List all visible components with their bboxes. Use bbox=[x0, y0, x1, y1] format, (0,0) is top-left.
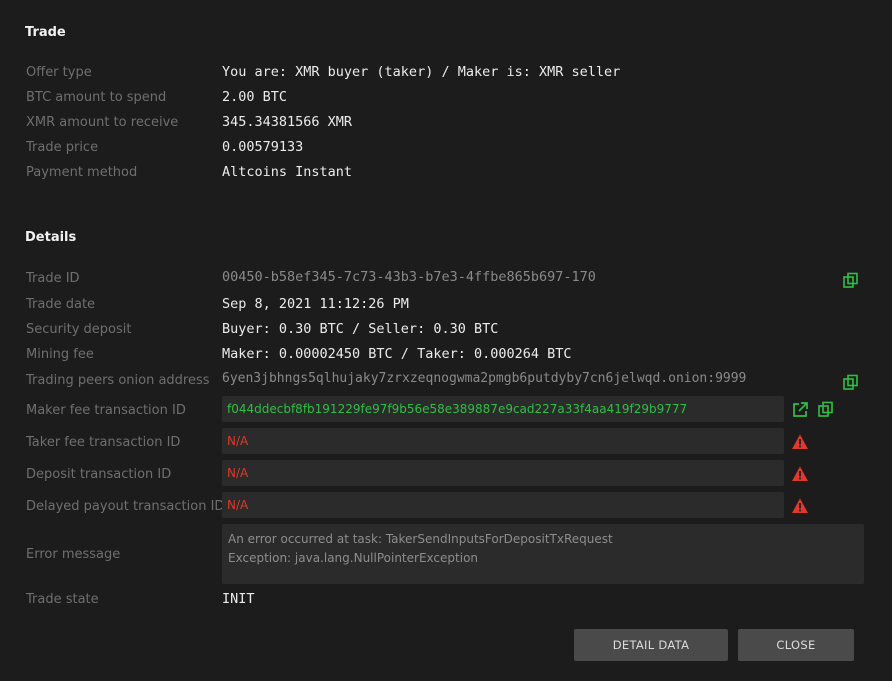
delayed-payout-tx-label: Delayed payout transaction ID bbox=[26, 499, 225, 514]
xmr-amount-value: 345.34381566 XMR bbox=[222, 114, 353, 130]
peers-onion-label: Trading peers onion address bbox=[26, 373, 210, 388]
deposit-tx-field[interactable]: N/A bbox=[222, 460, 784, 486]
trade-state-value: INIT bbox=[222, 591, 255, 607]
error-message-line: An error occurred at task: TakerSendInpu… bbox=[228, 532, 613, 546]
trade-price-value: 0.00579133 bbox=[222, 139, 304, 155]
offer-type-value: You are: XMR buyer (taker) / Maker is: X… bbox=[222, 64, 621, 80]
trade-id-value: 00450-b58ef345-7c73-43b3-b7e3-4ffbe865b6… bbox=[222, 269, 596, 285]
trade-id-label: Trade ID bbox=[26, 271, 80, 286]
error-message-line: Exception: java.lang.NullPointerExceptio… bbox=[228, 551, 479, 565]
details-section-title: Details bbox=[25, 230, 77, 245]
deposit-tx-label: Deposit transaction ID bbox=[26, 467, 172, 482]
taker-fee-tx-field[interactable]: N/A bbox=[222, 428, 784, 454]
detail-data-button[interactable]: DETAIL DATA bbox=[574, 629, 728, 661]
taker-fee-tx-label: Taker fee transaction ID bbox=[26, 435, 181, 450]
mining-fee-value: Maker: 0.00002450 BTC / Taker: 0.000264 … bbox=[222, 346, 572, 362]
copy-icon[interactable] bbox=[817, 401, 835, 419]
xmr-amount-label: XMR amount to receive bbox=[26, 115, 179, 130]
error-message-label: Error message bbox=[26, 547, 121, 562]
trade-date-value: Sep 8, 2021 11:12:26 PM bbox=[222, 296, 409, 312]
warning-icon bbox=[792, 434, 808, 449]
payment-method-value: Altcoins Instant bbox=[222, 164, 353, 180]
payment-method-label: Payment method bbox=[26, 165, 138, 180]
trade-price-label: Trade price bbox=[26, 140, 99, 155]
trade-date-label: Trade date bbox=[26, 297, 96, 312]
close-button[interactable]: CLOSE bbox=[738, 629, 854, 661]
mining-fee-label: Mining fee bbox=[26, 347, 94, 362]
external-link-icon[interactable] bbox=[791, 401, 809, 419]
error-message-textarea[interactable]: An error occurred at task: TakerSendInpu… bbox=[222, 524, 864, 584]
security-deposit-label: Security deposit bbox=[26, 322, 132, 337]
trade-state-label: Trade state bbox=[26, 592, 99, 607]
warning-icon bbox=[792, 466, 808, 481]
copy-icon[interactable] bbox=[842, 374, 860, 392]
btc-amount-value: 2.00 BTC bbox=[222, 89, 288, 105]
delayed-payout-tx-field[interactable]: N/A bbox=[222, 492, 784, 518]
btc-amount-label: BTC amount to spend bbox=[26, 90, 167, 105]
peers-onion-value: 6yen3jbhngs5qlhujaky7zrxzeqnogwma2pmgb6p… bbox=[222, 371, 747, 386]
offer-type-label: Offer type bbox=[26, 65, 92, 80]
maker-fee-tx-field[interactable]: f044ddecbf8fb191229fe97f9b56e58e389887e9… bbox=[222, 396, 784, 422]
trade-section-title: Trade bbox=[25, 25, 66, 40]
copy-icon[interactable] bbox=[842, 272, 860, 290]
security-deposit-value: Buyer: 0.30 BTC / Seller: 0.30 BTC bbox=[222, 321, 499, 337]
warning-icon bbox=[792, 498, 808, 513]
maker-fee-tx-label: Maker fee transaction ID bbox=[26, 403, 186, 418]
